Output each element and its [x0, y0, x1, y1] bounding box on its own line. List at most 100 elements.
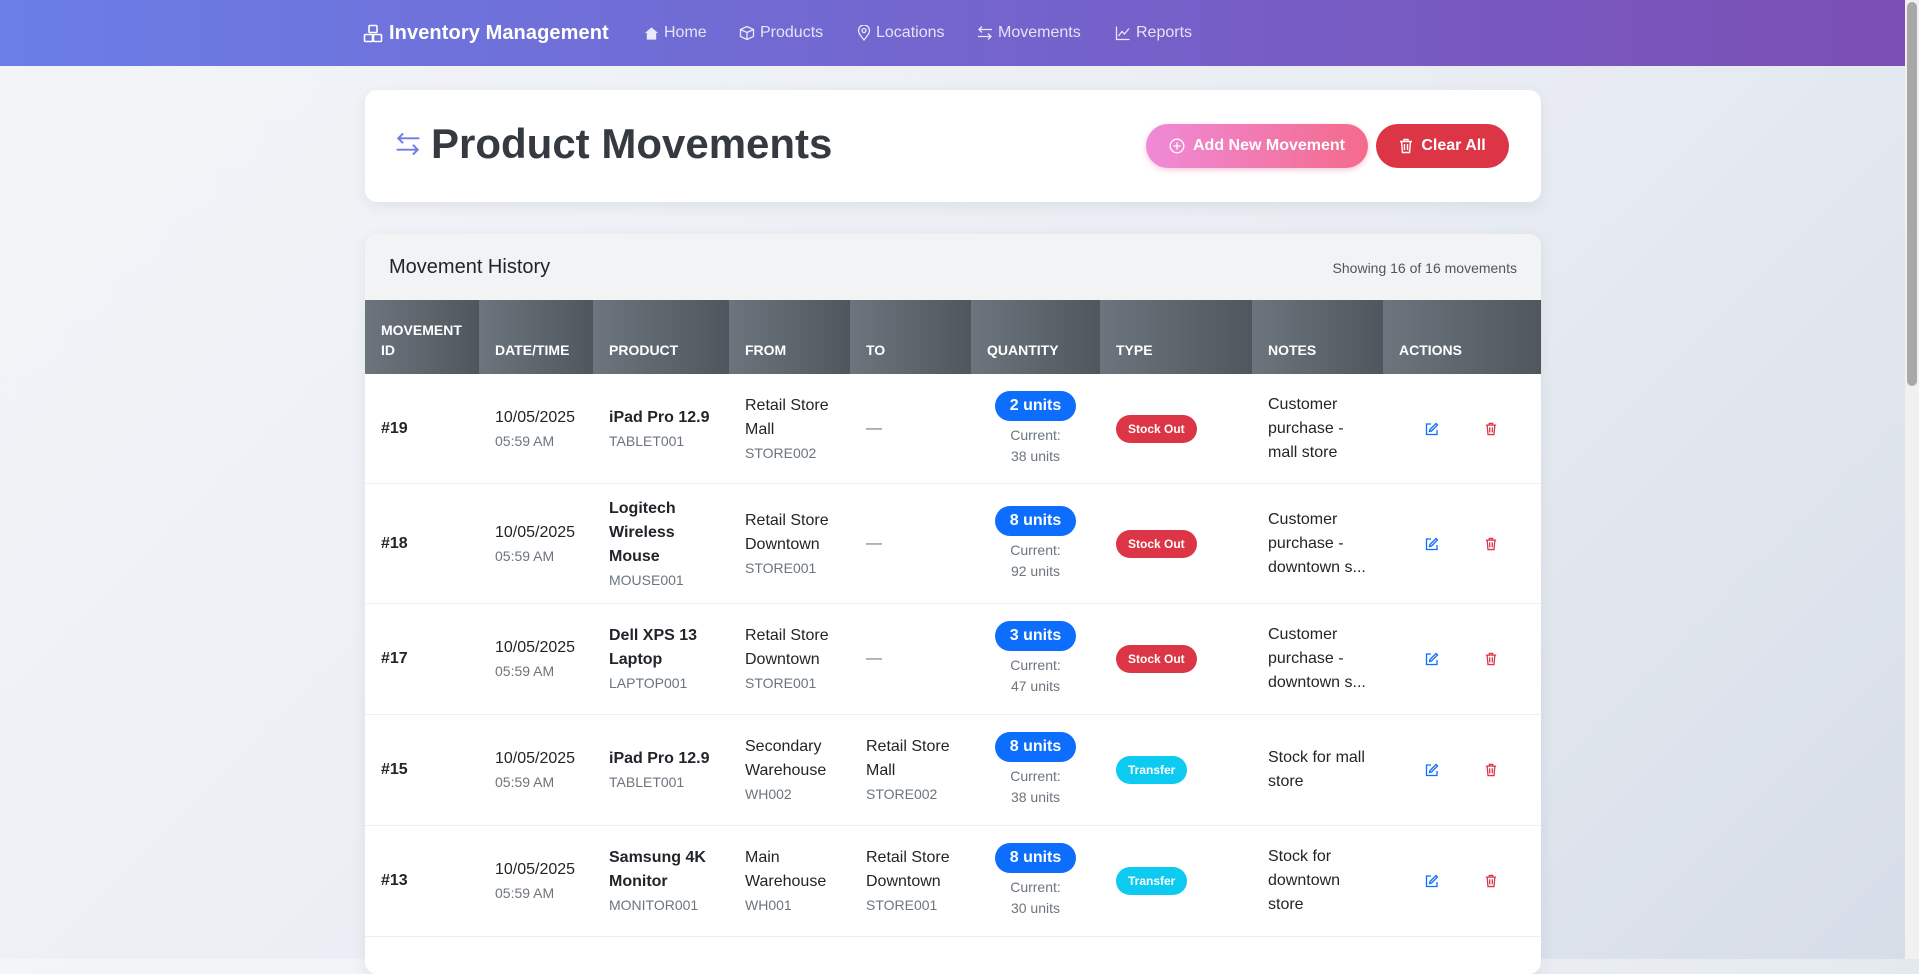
- nav-movements[interactable]: Movements: [977, 24, 1081, 42]
- table-row[interactable]: #13 10/05/2025 05:59 AM Samsung 4K Monito…: [365, 826, 1541, 937]
- movement-id: #15: [381, 761, 408, 778]
- boxes-icon: [363, 24, 383, 42]
- movement-time: 05:59 AM: [495, 432, 555, 449]
- arrows-swap-icon: [978, 26, 992, 40]
- current-stock: Current: 38 units: [1010, 426, 1061, 464]
- delete-button[interactable]: [1485, 537, 1497, 551]
- movement-date: 10/05/2025: [495, 408, 576, 426]
- nav-reports[interactable]: Reports: [1115, 24, 1192, 42]
- chart-line-icon: [1115, 26, 1130, 41]
- trash-icon: [1485, 422, 1497, 435]
- geo-pin-icon: [857, 25, 871, 41]
- delete-button[interactable]: [1485, 874, 1497, 888]
- movement-id: #17: [381, 650, 408, 667]
- movement-date: 10/05/2025: [495, 639, 576, 656]
- from-code: WH002: [745, 786, 792, 802]
- delete-button[interactable]: [1485, 763, 1497, 777]
- product-name: iPad Pro 12.9: [609, 408, 710, 426]
- edit-button[interactable]: [1425, 874, 1439, 888]
- col-product[interactable]: PRODUCT: [593, 300, 729, 374]
- edit-button[interactable]: [1425, 537, 1439, 551]
- col-from[interactable]: FROM: [729, 300, 850, 374]
- col-quantity[interactable]: QUANTITY: [971, 300, 1100, 374]
- trash-icon: [1485, 652, 1497, 666]
- edit-icon: [1425, 652, 1439, 666]
- current-stock: Current: 47 units: [1010, 657, 1061, 694]
- table-row[interactable]: #17 10/05/2025 05:59 AM Dell XPS 13 Lapto…: [365, 604, 1541, 715]
- page-title-wrap: Product Movements: [395, 120, 832, 168]
- nav-locations[interactable]: Locations: [857, 24, 945, 42]
- brand-label: Inventory Management: [389, 22, 609, 44]
- movement-id: #19: [381, 419, 408, 437]
- movement-time: 05:59 AM: [495, 547, 555, 564]
- edit-button[interactable]: [1425, 652, 1439, 666]
- movement-date: 10/05/2025: [495, 861, 576, 878]
- to-location: —: [866, 650, 882, 667]
- table-header: MOVEMENT ID DATE/TIME PRODUCT FROM TO QU…: [365, 300, 1541, 374]
- col-type[interactable]: TYPE: [1100, 300, 1252, 374]
- trash-icon: [1485, 763, 1497, 777]
- nav-products[interactable]: Products: [739, 24, 823, 42]
- from-code: WH001: [745, 897, 792, 913]
- history-title: Movement History: [389, 256, 551, 278]
- scrollbar-thumb[interactable]: [1907, 2, 1917, 386]
- edit-icon: [1425, 874, 1439, 888]
- product-name: Dell XPS 13 Laptop: [609, 627, 698, 668]
- trash-icon: [1400, 138, 1413, 154]
- product-code: TABLET001: [609, 432, 685, 449]
- from-location: Retail Store Mall: [745, 396, 829, 438]
- quantity-badge: 3 units: [994, 621, 1077, 651]
- edit-icon: [1425, 422, 1439, 435]
- brand-link[interactable]: Inventory Management: [363, 22, 609, 45]
- table-row[interactable]: #18 10/05/2025 05:59 AM Logitech Wireless…: [365, 484, 1541, 604]
- type-badge: Transfer: [1116, 867, 1188, 895]
- movement-time: 05:59 AM: [495, 774, 555, 790]
- current-stock: Current: 92 units: [1010, 541, 1061, 579]
- page-title: Product Movements: [431, 120, 833, 167]
- table-row[interactable]: #15 10/05/2025 05:59 AM iPad Pro 12.9 TABL…: [365, 715, 1541, 826]
- from-code: STORE001: [745, 559, 817, 576]
- type-badge: Transfer: [1116, 756, 1188, 784]
- from-code: STORE002: [745, 444, 817, 461]
- product-code: LAPTOP001: [609, 675, 688, 691]
- movement-time: 05:59 AM: [495, 663, 555, 679]
- movement-time: 05:59 AM: [495, 885, 555, 901]
- type-badge: Stock Out: [1116, 645, 1197, 673]
- to-code: STORE002: [866, 786, 938, 802]
- to-location: —: [866, 419, 882, 437]
- nav-home[interactable]: Home: [644, 24, 707, 42]
- edit-button[interactable]: [1425, 763, 1439, 777]
- nav-products-label: Products: [760, 24, 824, 41]
- product-name: iPad Pro 12.9: [609, 750, 710, 767]
- plus-circle-icon: [1169, 138, 1185, 154]
- col-date-time[interactable]: DATE/TIME: [479, 300, 593, 374]
- col-movement-id[interactable]: MOVEMENT ID: [365, 300, 479, 374]
- nav-movements-label: Movements: [998, 24, 1081, 41]
- add-movement-label: Add New Movement: [1192, 137, 1345, 154]
- current-stock: Current: 38 units: [1010, 768, 1061, 805]
- product-name: Samsung 4K Monitor: [609, 849, 706, 890]
- movement-id: #13: [381, 872, 408, 889]
- trash-icon: [1485, 537, 1497, 550]
- movement-history-card: Movement History Showing 16 of 16 moveme…: [365, 234, 1541, 974]
- from-location: Main Warehouse: [745, 849, 827, 890]
- current-stock: Current: 30 units: [1010, 879, 1061, 916]
- page-scrollbar[interactable]: [1905, 0, 1919, 959]
- product-name: Logitech Wireless Mouse: [609, 499, 676, 565]
- delete-button[interactable]: [1485, 422, 1497, 436]
- to-code: STORE001: [866, 897, 938, 913]
- col-notes[interactable]: NOTES: [1252, 300, 1383, 374]
- movement-notes: Stock for downtown store: [1268, 848, 1341, 913]
- quantity-badge: 8 units: [994, 732, 1077, 762]
- movement-notes: Customer purchase - downtown s...: [1268, 626, 1366, 691]
- col-to[interactable]: TO: [850, 300, 971, 374]
- movement-notes: Stock for mall store: [1268, 749, 1365, 790]
- edit-button[interactable]: [1425, 422, 1439, 436]
- to-location: Retail Store Mall: [866, 738, 950, 779]
- add-movement-button[interactable]: Add New Movement: [1146, 124, 1368, 168]
- trash-icon: [1485, 874, 1497, 888]
- table-row[interactable]: #19 10/05/2025 05:59 AM iPad Pro 12.9 TABL…: [365, 374, 1541, 484]
- delete-button[interactable]: [1485, 652, 1497, 666]
- movement-date: 10/05/2025: [495, 750, 576, 767]
- clear-all-button[interactable]: Clear All: [1376, 124, 1509, 168]
